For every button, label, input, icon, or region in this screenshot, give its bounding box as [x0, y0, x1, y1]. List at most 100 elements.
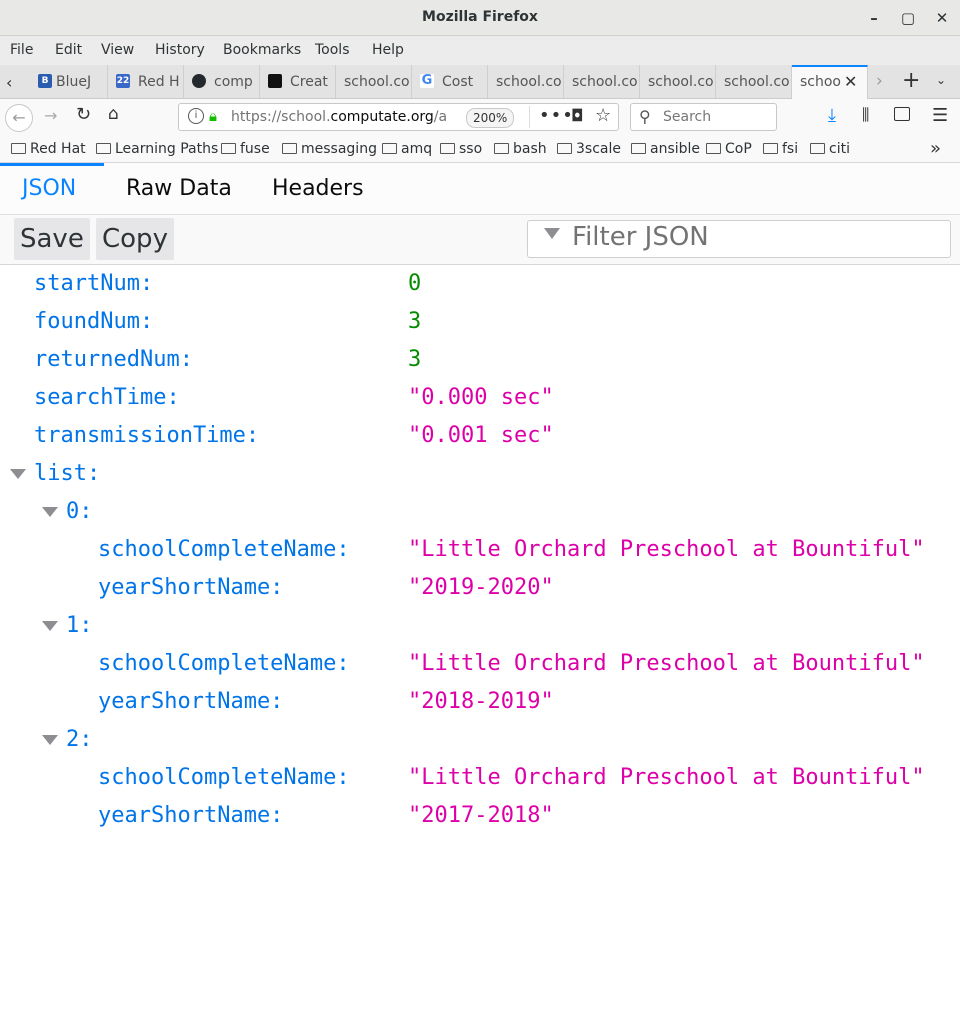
selected-tab-indicator: [0, 163, 104, 166]
folder-icon: [11, 143, 26, 154]
tab-github[interactable]: comp: [184, 65, 260, 98]
reload-icon[interactable]: ↻: [76, 104, 91, 125]
forward-arrow-icon[interactable]: →: [44, 106, 57, 125]
json-key-school-name-0: schoolCompleteName:: [98, 537, 350, 562]
bookmark-learning-paths[interactable]: Learning Paths: [96, 141, 218, 157]
bookmark-sso[interactable]: sso: [440, 141, 482, 157]
json-key-year-1: yearShortName:: [98, 689, 284, 714]
tab-school-active[interactable]: schoo ✕: [792, 65, 868, 99]
bookmark-ansible[interactable]: ansible: [631, 141, 700, 157]
json-row-item-2[interactable]: 2:: [66, 721, 93, 759]
collapse-list-twisty-icon[interactable]: [10, 469, 26, 479]
json-row-item-0[interactable]: 0:: [66, 493, 93, 531]
save-button[interactable]: Save: [14, 218, 90, 260]
bookmark-citi[interactable]: citi: [810, 141, 850, 157]
filter-icon: [544, 228, 560, 239]
menu-tools[interactable]: Tools: [315, 42, 350, 58]
page-actions-icon[interactable]: •••: [539, 105, 574, 126]
json-row-item-1[interactable]: 1:: [66, 607, 93, 645]
bookmark-red-hat[interactable]: Red Hat: [11, 141, 86, 157]
bookmark-star-icon[interactable]: ☆: [595, 105, 611, 126]
tab-school-2[interactable]: school.co: [488, 65, 564, 98]
json-row-startnum: startNum:: [34, 271, 154, 296]
downloads-icon[interactable]: ⤓: [828, 105, 836, 126]
json-row-searchtime: searchTime:: [34, 385, 180, 410]
json-row-list[interactable]: list:: [34, 455, 100, 493]
filter-json-input[interactable]: Filter JSON: [527, 220, 951, 258]
hamburger-menu-icon[interactable]: ☰: [932, 105, 948, 126]
tab-school-5[interactable]: school.co: [716, 65, 792, 98]
json-toolbar: Save Copy Filter JSON: [0, 215, 960, 265]
menu-bookmarks[interactable]: Bookmarks: [223, 42, 301, 58]
json-value-startnum: 0: [408, 271, 422, 296]
json-key-year-2: yearShortName:: [98, 803, 284, 828]
minimize-icon[interactable]: –: [864, 8, 884, 28]
menu-help[interactable]: Help: [372, 42, 404, 58]
menu-history[interactable]: History: [155, 42, 205, 58]
close-tab-icon[interactable]: ✕: [844, 72, 857, 91]
sidebar-toggle-icon[interactable]: [894, 107, 910, 121]
info-icon[interactable]: i: [188, 108, 204, 124]
json-row-returnednum: returnedNum:: [34, 347, 193, 372]
json-value-returnednum: 3: [408, 347, 422, 372]
tab-school-4[interactable]: school.co: [640, 65, 716, 98]
json-viewer-tabs: JSON Raw Data Headers: [0, 163, 960, 215]
tab-raw-data[interactable]: Raw Data: [126, 176, 232, 201]
lock-icon: 🔒︎: [209, 107, 217, 125]
folder-icon: [631, 143, 646, 154]
search-box[interactable]: ⚲ Search: [630, 103, 777, 131]
json-value-searchtime: "0.000 sec": [408, 385, 554, 410]
scroll-tabs-right-icon[interactable]: ›: [876, 71, 883, 91]
new-tab-icon[interactable]: +: [902, 68, 920, 93]
json-row-transmissiontime: transmissionTime:: [34, 423, 260, 448]
menu-view[interactable]: View: [101, 42, 134, 58]
menu-edit[interactable]: Edit: [55, 42, 82, 58]
bookmarks-toolbar: Red Hat Learning Paths fuse messaging am…: [0, 137, 960, 163]
filter-placeholder: Filter JSON: [572, 222, 709, 252]
tab-school-1[interactable]: school.co: [336, 65, 412, 98]
scroll-tabs-left-icon[interactable]: ‹: [6, 73, 12, 92]
url-text: https://school.computate.org/a: [231, 109, 448, 125]
collapse-item-2-twisty-icon[interactable]: [42, 735, 58, 745]
tab-school-3[interactable]: school.co: [564, 65, 640, 98]
create-favicon-icon: [268, 74, 282, 88]
more-bookmarks-chevron-icon[interactable]: »: [930, 138, 941, 159]
json-value-school-name-2: "Little Orchard Preschool at Bountiful": [408, 765, 925, 790]
close-window-icon[interactable]: ✕: [932, 8, 952, 28]
folder-icon: [382, 143, 397, 154]
pocket-icon[interactable]: ◘: [571, 106, 584, 125]
bookmark-messaging[interactable]: messaging: [282, 141, 377, 157]
collapse-item-1-twisty-icon[interactable]: [42, 621, 58, 631]
tab-headers[interactable]: Headers: [272, 176, 364, 201]
maximize-icon[interactable]: ▢: [898, 8, 918, 28]
folder-icon: [810, 143, 825, 154]
tab-redhat[interactable]: 22 Red H: [108, 65, 184, 98]
url-separator: [529, 106, 530, 128]
window-title: Mozilla Firefox: [422, 9, 538, 25]
window-titlebar: Mozilla Firefox – ▢ ✕: [0, 0, 960, 36]
list-tabs-chevron-down-icon[interactable]: ⌄: [936, 73, 946, 87]
json-row-foundnum: foundNum:: [34, 309, 154, 334]
folder-icon: [440, 143, 455, 154]
collapse-item-0-twisty-icon[interactable]: [42, 507, 58, 517]
copy-button[interactable]: Copy: [96, 218, 174, 260]
bookmark-amq[interactable]: amq: [382, 141, 432, 157]
bookmark-bash[interactable]: bash: [494, 141, 547, 157]
json-key-year-0: yearShortName:: [98, 575, 284, 600]
tab-create[interactable]: Creat: [260, 65, 336, 98]
bookmark-cop[interactable]: CoP: [706, 141, 752, 157]
bookmark-fuse[interactable]: fuse: [221, 141, 270, 157]
tab-bluej[interactable]: B BlueJ: [30, 65, 108, 98]
tab-google-cost[interactable]: G Cost: [412, 65, 488, 98]
zoom-level-badge[interactable]: 200%: [466, 108, 515, 128]
tab-json[interactable]: JSON: [22, 176, 76, 201]
back-arrow-icon[interactable]: ←: [5, 104, 33, 132]
menu-file[interactable]: File: [10, 42, 33, 58]
bookmark-fsi[interactable]: fsi: [763, 141, 798, 157]
bookmark-3scale[interactable]: 3scale: [557, 141, 621, 157]
library-icon[interactable]: ⫼: [862, 105, 869, 125]
json-value-year-0: "2019-2020": [408, 575, 554, 600]
home-icon[interactable]: ⌂: [108, 104, 119, 124]
folder-icon: [763, 143, 778, 154]
url-bar[interactable]: i 🔒︎ https://school.computate.org/a 200%…: [178, 103, 619, 131]
